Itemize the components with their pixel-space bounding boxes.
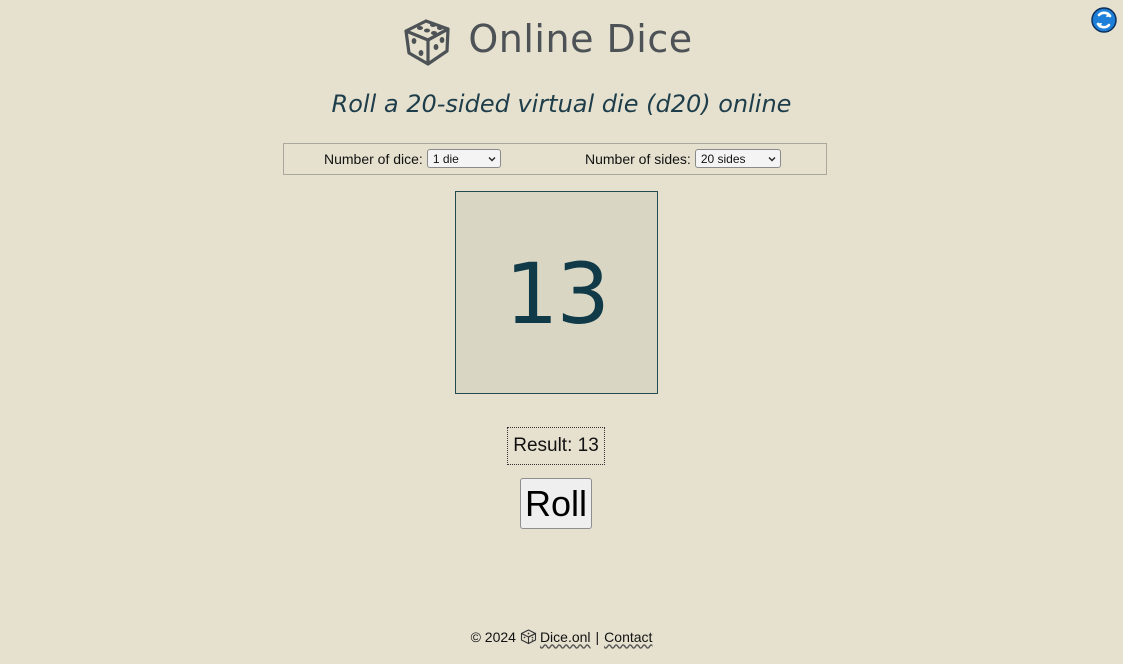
chevron-down-icon <box>488 156 496 161</box>
site-link[interactable]: Dice.onl <box>540 629 591 645</box>
chevron-down-icon <box>768 156 776 161</box>
refresh-icon[interactable] <box>1090 6 1118 34</box>
footer-separator: | <box>595 628 600 645</box>
footer: © 2024 Dice.onl | Contact <box>0 628 1123 645</box>
dice-icon <box>520 629 536 645</box>
page-subtitle: Roll a 20-sided virtual die (d20) online <box>331 90 792 118</box>
dice-sides-select[interactable]: 20 sides <box>694 149 781 168</box>
die-face: 13 <box>455 191 658 394</box>
dice-sides-label: Number of sides: <box>585 150 691 167</box>
dice-count-value: 1 die <box>432 151 459 166</box>
dice-count-control: Number of dice: 1 die <box>324 149 501 168</box>
dice-count-select[interactable]: 1 die <box>426 149 501 168</box>
result-display: Result: 13 <box>507 427 605 465</box>
dice-icon <box>404 19 450 66</box>
dice-options-bar: Number of dice: 1 die Number of sides: 2… <box>283 143 827 175</box>
dice-sides-control: Number of sides: 20 sides <box>585 149 781 168</box>
contact-link[interactable]: Contact <box>604 629 652 645</box>
dice-count-label: Number of dice: <box>324 150 423 167</box>
result-text: Result: 13 <box>513 435 599 456</box>
header: Online Dice <box>0 8 1123 70</box>
roll-button[interactable]: Roll <box>520 478 592 529</box>
copyright-text: © 2024 <box>470 628 516 645</box>
page: Online Dice Roll a 20-sided virtual die … <box>0 0 1123 664</box>
dice-sides-value: 20 sides <box>700 151 746 166</box>
site-title: Online Dice <box>468 17 693 61</box>
die-value: 13 <box>505 244 610 343</box>
